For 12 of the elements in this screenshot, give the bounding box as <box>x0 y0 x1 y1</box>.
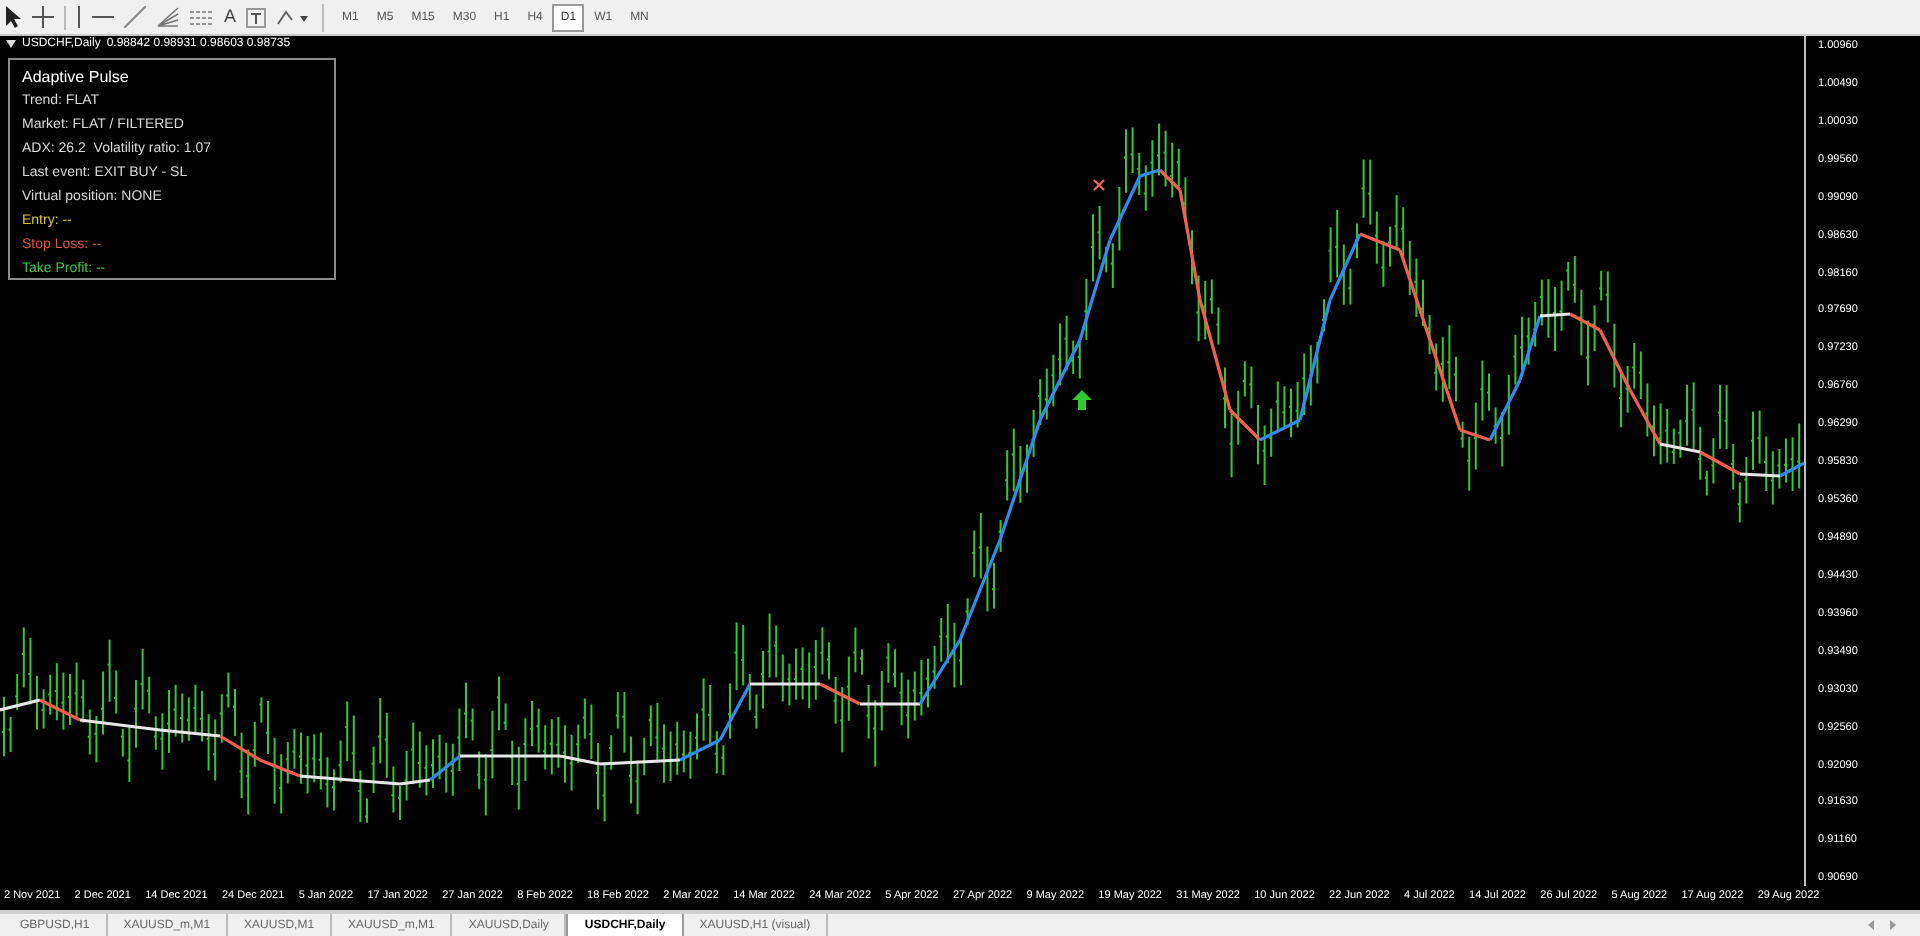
cursor-icon[interactable] <box>4 6 22 28</box>
panel-title: Adaptive Pulse <box>22 68 131 89</box>
horizontal-line-icon[interactable] <box>92 14 114 20</box>
fan-lines-icon[interactable] <box>156 6 180 28</box>
text-tool[interactable]: A <box>224 8 237 26</box>
channel-icon[interactable] <box>190 7 214 27</box>
shapes-dropdown-icon[interactable] <box>276 7 309 27</box>
vertical-line-icon[interactable] <box>76 6 82 28</box>
trend-line-icon[interactable] <box>124 6 146 28</box>
crosshair-icon[interactable] <box>32 6 54 28</box>
dropdown-arrow-icon <box>6 40 16 48</box>
text-label-icon[interactable] <box>246 7 267 27</box>
